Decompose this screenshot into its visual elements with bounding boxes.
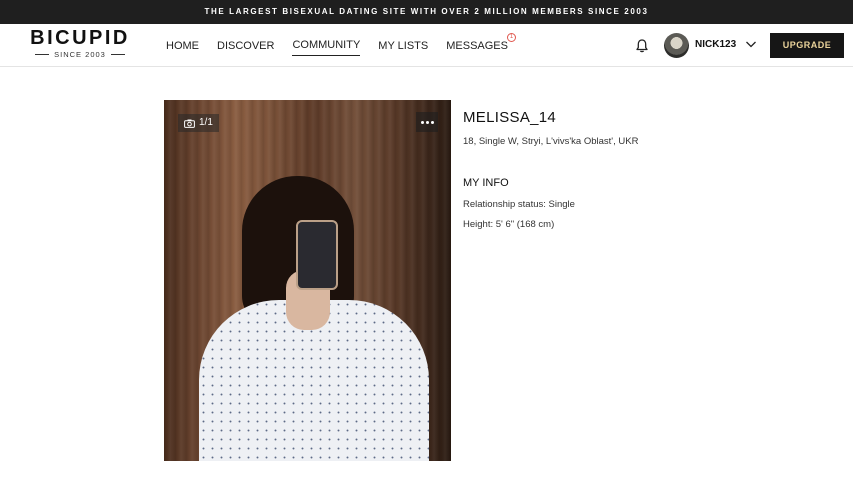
nav-community[interactable]: COMMUNITY	[292, 35, 361, 56]
logo-tagline-row: SINCE 2003	[30, 50, 130, 59]
logo[interactable]: BICUPID SINCE 2003	[30, 27, 130, 59]
photo-counter: 1/1	[178, 114, 219, 132]
nav-home[interactable]: HOME	[166, 36, 199, 56]
my-info-heading: MY INFO	[463, 177, 509, 189]
photo-counter-text: 1/1	[199, 117, 213, 128]
relationship-status: Relationship status: Single	[463, 199, 575, 210]
tagline-divider	[110, 54, 125, 55]
more-horizontal-icon[interactable]	[416, 112, 438, 132]
tagline-divider	[35, 54, 50, 55]
logo-tagline: SINCE 2003	[54, 50, 106, 59]
main-nav: HOME DISCOVER COMMUNITY MY LISTS MESSAGE…	[166, 24, 526, 67]
nav-discover[interactable]: DISCOVER	[217, 36, 274, 56]
profile-name: MELISSA_14	[463, 109, 557, 126]
height-info: Height: 5' 6" (168 cm)	[463, 219, 555, 230]
nav-my-lists[interactable]: MY LISTS	[378, 36, 428, 56]
messages-badge: 1	[506, 32, 516, 42]
camera-icon	[184, 119, 195, 128]
profile-photo[interactable]: 1/1	[164, 100, 451, 461]
nav-messages[interactable]: MESSAGES 1	[446, 32, 516, 56]
top-banner: THE LARGEST BISEXUAL DATING SITE WITH OV…	[0, 0, 853, 24]
chevron-down-icon[interactable]	[745, 38, 757, 50]
username[interactable]: NICK123	[695, 39, 736, 50]
nav-messages-label: MESSAGES	[446, 39, 508, 52]
site-header: BICUPID SINCE 2003 HOME DISCOVER COMMUNI…	[0, 24, 853, 67]
photo-figure-phone	[296, 220, 338, 290]
logo-wordmark: BICUPID	[30, 27, 130, 49]
avatar[interactable]	[664, 33, 689, 58]
profile-details: 18, Single W, Stryi, L'vivs'ka Oblast', …	[463, 136, 639, 147]
upgrade-button[interactable]: UPGRADE	[770, 33, 844, 58]
bell-icon[interactable]	[634, 38, 650, 54]
